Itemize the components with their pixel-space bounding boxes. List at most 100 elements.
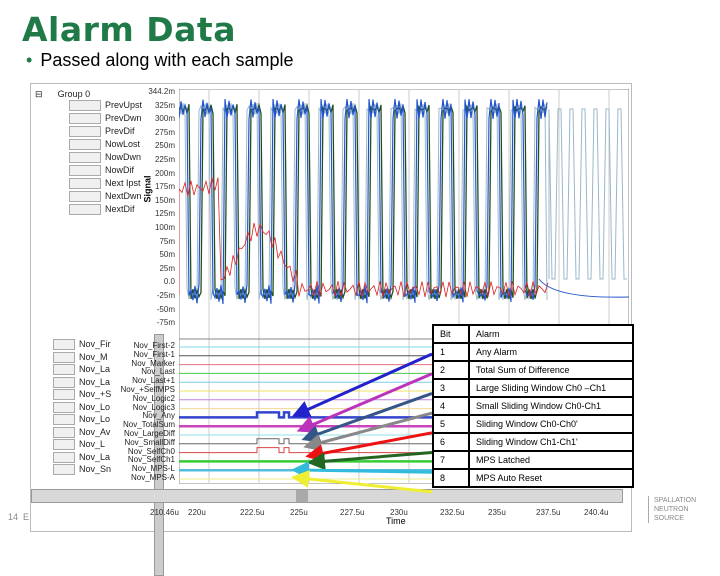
table-row: 2 Total Sum of Difference (432, 360, 634, 380)
y-tick: 200m (154, 168, 175, 178)
legend-item[interactable]: PrevDif (69, 126, 135, 138)
bullet-icon: • (26, 50, 33, 70)
digital-legend-item[interactable]: Nov_Lo (53, 414, 110, 426)
table-row: 3 Large Sliding Window Ch0 –Ch1 (432, 378, 634, 398)
digital-trace-label: Nov_Logic2 (132, 393, 175, 403)
line-swatch-icon (69, 100, 101, 112)
digital-legend-item[interactable]: Nov_+S (53, 389, 111, 401)
digital-trace-label: Nov_Marker (131, 358, 175, 368)
digital-legend-item[interactable]: Nov_Fir (53, 339, 111, 351)
step-swatch-icon (53, 451, 75, 463)
digital-trace-label: Nov_MPS-L (131, 464, 175, 474)
y-tick: 175m (154, 182, 175, 192)
x-tick: 220u (188, 508, 206, 517)
digital-trace-label: Nov_SelfCh0 (127, 446, 175, 456)
digital-trace-label: Nov_SelfCh1 (127, 455, 175, 465)
digital-legend-item[interactable]: Nov_La (53, 377, 110, 388)
legend-item[interactable]: Next Ipst (69, 178, 141, 190)
y-tick: 100m (154, 223, 175, 232)
table-row: 4 Small Sliding Window Ch0-Ch1 (432, 396, 634, 416)
y-tick: -25m (156, 291, 175, 300)
x-tick: 210.46u (150, 508, 179, 517)
digital-trace-label: Nov_Any (142, 411, 175, 421)
legend-item[interactable]: NextDif (69, 204, 135, 216)
digital-legend-item[interactable]: Nov_La (53, 452, 110, 463)
x-tick: 237.5u (536, 508, 561, 517)
step-swatch-icon (53, 376, 75, 388)
digital-trace-label: Nov_First-1 (133, 349, 175, 359)
digital-trace-label: Nov_LargeDiff (124, 429, 175, 438)
y-tick: 300m (154, 114, 175, 124)
collapse-icon[interactable]: ⊟ (35, 89, 43, 99)
y-tick: 150m (154, 195, 175, 205)
legend-item[interactable]: NowDif (69, 165, 134, 177)
x-axis-label: Time (386, 516, 406, 526)
digital-legend-item[interactable]: Nov_L (53, 439, 105, 451)
line-swatch-icon (69, 204, 101, 216)
digital-trace-label: Nov_Last+1 (132, 376, 175, 386)
table-row: 5 Sliding Window Ch0-Ch0' (432, 414, 634, 434)
table-row: 1 Any Alarm (432, 342, 634, 362)
page-number: 14 E (8, 512, 30, 522)
digital-trace-label: Nov_Last (141, 367, 175, 377)
y-tick: 344.2m (148, 87, 175, 96)
x-tick: 240.4u (584, 508, 609, 517)
step-swatch-icon (53, 389, 75, 401)
table-header: Bit Alarm (432, 324, 634, 344)
digital-legend-item[interactable]: Nov_Sn (53, 464, 111, 476)
x-tick: 227.5u (340, 508, 365, 517)
y-tick: 250m (154, 141, 175, 151)
digital-legend-item[interactable]: Nov_La (53, 364, 110, 376)
group-label: Group 0 (57, 89, 91, 99)
table-row: 8 MPS Auto Reset (432, 468, 634, 488)
step-swatch-icon (53, 351, 75, 363)
digital-legend-item[interactable]: Nov_M (53, 352, 108, 363)
x-tick: 235u (488, 508, 506, 517)
digital-trace-label: Nov_+SelfMPS (120, 385, 175, 394)
y-tick: -75m (156, 318, 175, 328)
y-tick: 225m (154, 155, 175, 164)
scrollbar-thumb[interactable] (296, 490, 308, 502)
line-swatch-icon (69, 139, 101, 151)
step-swatch-icon (53, 414, 75, 426)
x-tick: 230u (390, 508, 408, 517)
bullet-text: Passed along with each sample (40, 50, 294, 70)
digital-trace-label: Nov_MPS-A (130, 473, 175, 482)
alarm-bit-table: Bit Alarm 1 Any Alarm 2 Total Sum of Differe… (432, 324, 634, 488)
digital-trace-label: Nov_SmallDiff (124, 437, 175, 447)
step-swatch-icon (53, 464, 75, 476)
digital-trace-label: Nov_Logic3 (132, 402, 175, 412)
line-swatch-icon (69, 126, 101, 138)
horizontal-scrollbar[interactable] (31, 489, 623, 503)
y-tick: 25m (159, 263, 175, 273)
slide-title: Alarm Data (22, 10, 236, 49)
y-tick: 325m (154, 100, 175, 110)
x-tick: 225u (290, 508, 308, 517)
line-swatch-icon (69, 178, 101, 190)
digital-legend-item[interactable]: Nov_Av (53, 427, 110, 438)
line-swatch-icon (69, 152, 101, 164)
sns-logo: SPALLATION NEUTRON SOURCE (648, 496, 696, 523)
bullet-point: • Passed along with each sample (26, 50, 293, 71)
step-swatch-icon (53, 426, 75, 438)
y-tick: 275m (154, 127, 175, 137)
digital-trace-label: Nov_First-2 (133, 341, 175, 350)
step-swatch-icon (53, 401, 75, 413)
line-swatch-icon (69, 165, 101, 177)
legend-group[interactable]: ⊟ Group 0 (35, 89, 90, 100)
y-tick: 0.0 (163, 277, 175, 287)
digital-trace-label: Nov_TotalSum (122, 420, 175, 430)
y-tick: 50m (159, 250, 175, 260)
legend-item[interactable]: NowLost (69, 139, 140, 151)
digital-legend-item[interactable]: Nov_Lo (53, 402, 110, 413)
y-tick: 75m (159, 236, 175, 246)
step-swatch-icon (53, 364, 75, 376)
table-row: 6 Sliding Window Ch1-Ch1' (432, 432, 634, 452)
step-swatch-icon (53, 439, 75, 451)
y-tick: -50m (156, 304, 175, 314)
table-row: 7 MPS Latched (432, 450, 634, 470)
x-tick: 232.5u (440, 508, 465, 517)
line-swatch-icon (69, 113, 101, 125)
y-tick: 125m (154, 209, 175, 219)
x-tick: 222.5u (240, 508, 265, 517)
